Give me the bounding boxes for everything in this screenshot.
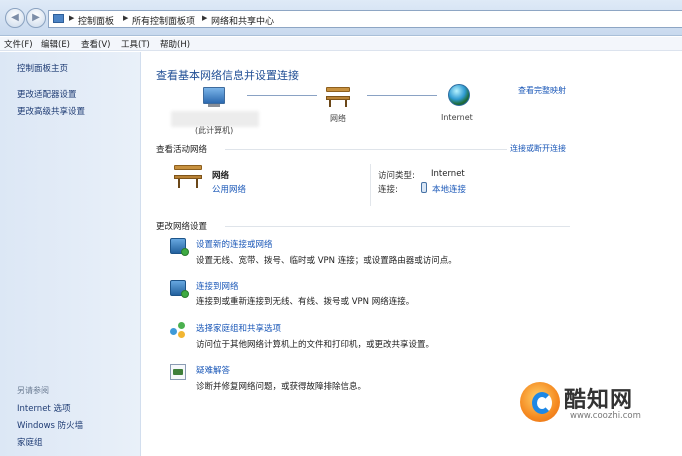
address-bar: ◀ ▶ ▶ 控制面板 ▶ 所有控制面板项 ▶ 网络和共享中心 [0, 0, 682, 36]
connection-label: 连接: [378, 185, 398, 195]
watermark-logo [520, 382, 560, 422]
see-also-title: 另请参阅 [17, 386, 49, 395]
breadcrumb-separator-icon[interactable]: ▶ [69, 14, 74, 22]
breadcrumb-control-panel[interactable]: 控制面板 [78, 14, 114, 27]
back-button[interactable]: ◀ [5, 8, 25, 28]
setup-new-connection-desc: 设置无线、宽带、拨号、临时或 VPN 连接；或设置路由器或访问点。 [196, 256, 457, 266]
setup-new-connection-link[interactable]: 设置新的连接或网络 [196, 238, 273, 250]
homegroup-sharing-link[interactable]: 选择家庭组和共享选项 [196, 322, 281, 334]
troubleshoot-desc: 诊断并修复网络问题，或获得故障排除信息。 [196, 382, 367, 392]
change-settings-title: 更改网络设置 [156, 222, 208, 232]
forward-button[interactable]: ▶ [26, 8, 46, 28]
menu-view[interactable]: 查看(V) [81, 38, 110, 50]
network-type-link[interactable]: 公用网络 [212, 183, 246, 195]
homegroup-sharing-desc: 访问位于其他网络计算机上的文件和打印机，或更改共享设置。 [196, 340, 435, 350]
active-networks-title: 查看活动网络 [156, 145, 208, 155]
computer-stand [208, 104, 220, 107]
connection-line [247, 95, 317, 96]
vertical-divider [370, 164, 371, 206]
section-divider [225, 149, 507, 150]
internet-node-label: Internet [441, 113, 473, 122]
homegroup-icon [170, 322, 186, 338]
menu-file[interactable]: 文件(F) [4, 38, 33, 50]
breadcrumb-separator-icon[interactable]: ▶ [123, 14, 128, 22]
view-full-map-link[interactable]: 查看完整映射 [518, 85, 566, 96]
sidebar-item-homegroup[interactable]: 家庭组 [17, 436, 43, 448]
troubleshoot-icon [170, 364, 186, 380]
active-network-name: 网络 [212, 171, 230, 181]
breadcrumb-network-center[interactable]: 网络和共享中心 [211, 14, 274, 27]
window: ◀ ▶ ▶ 控制面板 ▶ 所有控制面板项 ▶ 网络和共享中心 文件(F) 编辑(… [0, 0, 682, 456]
menu-help[interactable]: 帮助(H) [160, 38, 190, 50]
troubleshoot-link[interactable]: 疑难解答 [196, 364, 230, 376]
local-connection-link[interactable]: 本地连接 [432, 183, 466, 195]
access-type-value: Internet [431, 169, 465, 179]
network-bench-icon [326, 87, 350, 107]
connect-network-icon [170, 280, 189, 298]
breadcrumb-separator-icon[interactable]: ▶ [202, 14, 207, 22]
page-title: 查看基本网络信息并设置连接 [156, 69, 299, 82]
access-type-label: 访问类型: [378, 171, 415, 181]
left-navigation-pane: 控制面板主页 更改适配器设置 更改高级共享设置 另请参阅 Internet 选项… [0, 52, 141, 456]
back-arrow-icon: ◀ [11, 12, 19, 23]
section-divider [225, 226, 570, 227]
watermark: 酷知网 www.coozhi.com [512, 376, 682, 436]
forward-arrow-icon: ▶ [32, 12, 40, 23]
this-computer-label: (此计算机) [195, 126, 234, 135]
sidebar-item-advanced-sharing[interactable]: 更改高级共享设置 [17, 105, 85, 117]
address-box[interactable]: ▶ 控制面板 ▶ 所有控制面板项 ▶ 网络和共享中心 [48, 10, 682, 28]
internet-globe-icon [448, 84, 470, 106]
local-connection-icon [421, 182, 427, 193]
menu-edit[interactable]: 编辑(E) [41, 38, 70, 50]
breadcrumb-all-items[interactable]: 所有控制面板项 [132, 14, 195, 27]
watermark-url: www.coozhi.com [570, 411, 641, 421]
computer-icon [203, 87, 225, 104]
active-network-bench-icon [174, 165, 202, 189]
connection-line [367, 95, 437, 96]
menu-bar: 文件(F) 编辑(E) 查看(V) 工具(T) 帮助(H) [0, 37, 682, 51]
sidebar-item-control-panel-home[interactable]: 控制面板主页 [17, 62, 68, 74]
network-setup-icon [170, 238, 189, 256]
watermark-title: 酷知网 [564, 388, 634, 413]
connect-to-network-link[interactable]: 连接到网络 [196, 280, 239, 292]
sidebar-item-internet-options[interactable]: Internet 选项 [17, 402, 70, 414]
network-node-label: 网络 [330, 114, 346, 123]
menu-tools[interactable]: 工具(T) [121, 38, 150, 50]
control-panel-icon [53, 14, 64, 23]
connect-to-network-desc: 连接到或重新连接到无线、有线、拨号或 VPN 网络连接。 [196, 297, 415, 307]
sidebar-item-adapter-settings[interactable]: 更改适配器设置 [17, 88, 77, 100]
connect-disconnect-link[interactable]: 连接或断开连接 [510, 143, 566, 154]
sidebar-item-windows-firewall[interactable]: Windows 防火墙 [17, 419, 83, 431]
